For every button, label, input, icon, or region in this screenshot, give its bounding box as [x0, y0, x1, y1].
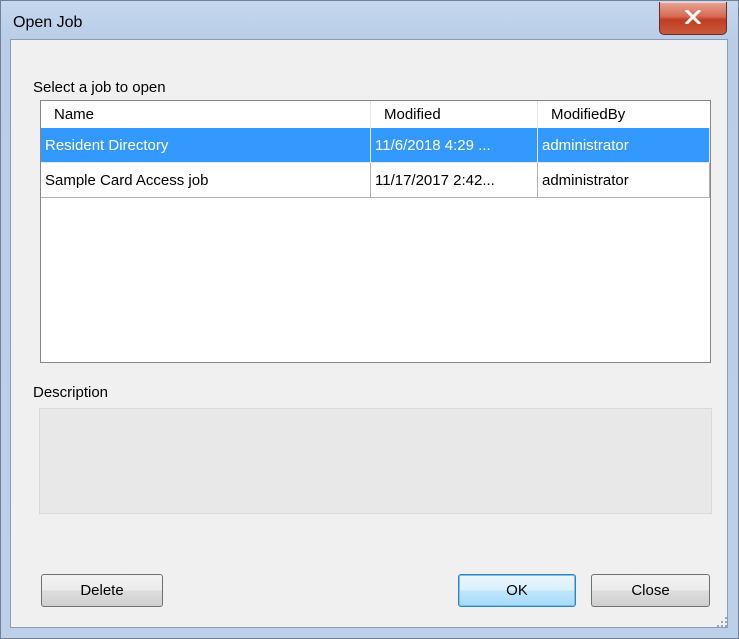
dialog-client-area: Select a job to open Name Modified Modif… [10, 39, 728, 628]
close-button[interactable]: Close [591, 574, 710, 607]
window-title: Open Job [13, 14, 83, 31]
resize-grip-icon[interactable] [716, 616, 728, 628]
column-header-modifiedby[interactable]: ModifiedBy [538, 101, 710, 128]
ok-button[interactable]: OK [458, 574, 576, 607]
row-name: Resident Directory [41, 128, 371, 163]
table-row[interactable]: Resident Directory 11/6/2018 4:29 ... ad… [41, 128, 710, 163]
description-field[interactable] [39, 408, 712, 514]
list-header: Name Modified ModifiedBy [41, 101, 710, 129]
delete-button[interactable]: Delete [41, 574, 163, 607]
column-header-modified[interactable]: Modified [371, 101, 538, 128]
table-row[interactable]: Sample Card Access job 11/17/2017 2:42..… [41, 163, 710, 198]
column-header-name[interactable]: Name [41, 101, 371, 128]
row-modifiedby: administrator [538, 128, 710, 163]
row-modified: 11/6/2018 4:29 ... [371, 128, 538, 163]
description-label: Description [33, 384, 109, 401]
window-close-button[interactable] [659, 2, 727, 35]
job-list[interactable]: Name Modified ModifiedBy Resident Direct… [40, 100, 711, 363]
row-modified: 11/17/2017 2:42... [371, 163, 538, 198]
row-modifiedby: administrator [538, 163, 710, 198]
dialog-window: Open Job Select a job to open Name Modif… [0, 0, 739, 639]
close-icon [684, 10, 702, 24]
row-name: Sample Card Access job [41, 163, 371, 198]
list-label: Select a job to open [33, 79, 166, 96]
